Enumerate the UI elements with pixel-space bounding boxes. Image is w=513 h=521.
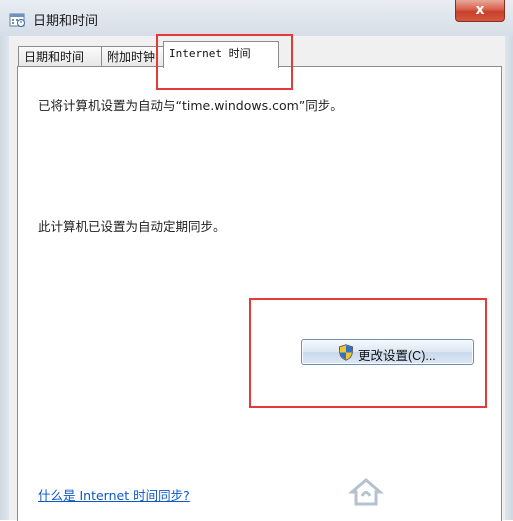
tab-date-time[interactable]: 日期和时间 [18, 46, 106, 67]
change-settings-button[interactable]: 更改设置(C)... [301, 339, 474, 365]
internet-time-help-link[interactable]: 什么是 Internet 时间同步? [38, 485, 190, 504]
schedule-status-text: 此计算机已设置为自动定期同步。 [38, 219, 226, 234]
title-bar: 日期和时间 x [0, 0, 513, 37]
window-frame-left [0, 36, 9, 520]
close-icon: x [475, 2, 485, 18]
sync-status-text: 已将计算机设置为自动与“time.windows.com”同步。 [38, 98, 343, 113]
tab-additional-clocks[interactable]: 附加时钟 [101, 46, 167, 67]
uac-shield-icon [338, 344, 354, 361]
window-frame-right [505, 36, 513, 520]
tab-panel-internet-time [17, 66, 502, 521]
close-button[interactable]: x [455, 0, 505, 22]
tab-internet-time[interactable]: Internet 时间 [163, 41, 279, 68]
window-title: 日期和时间 [33, 14, 99, 29]
date-time-app-icon [9, 13, 25, 27]
watermark-logo [347, 478, 385, 506]
change-settings-label: 更改设置(C)... [358, 349, 436, 363]
